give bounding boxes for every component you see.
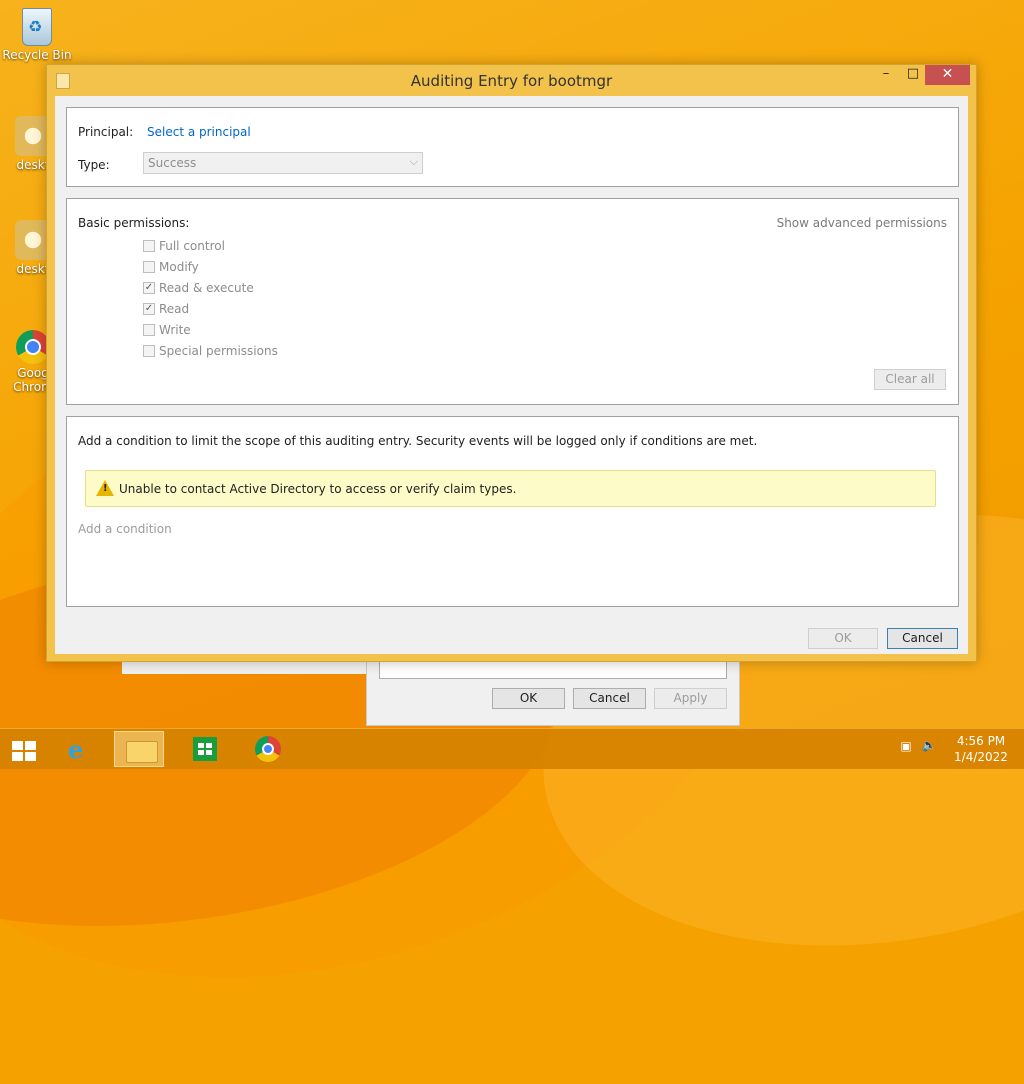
checkbox[interactable] — [143, 345, 155, 357]
network-icon[interactable]: ▣ — [898, 739, 914, 755]
permission-label: Modify — [159, 260, 199, 274]
permission-label: Write — [159, 323, 191, 337]
clock-time: 4:56 PM — [956, 734, 1006, 748]
background-apply-button[interactable]: Apply — [654, 688, 727, 709]
permission-label: Read — [159, 302, 190, 316]
speaker-muted-icon[interactable]: 🔈 — [920, 738, 938, 756]
clock-date: 1/4/2022 — [954, 750, 1008, 764]
condition-description: Add a condition to limit the scope of th… — [78, 434, 758, 448]
permissions-panel: Basic permissions: Show advanced permiss… — [66, 198, 959, 405]
checkbox-checked[interactable]: ✓ — [143, 282, 155, 294]
checkbox[interactable] — [143, 240, 155, 252]
warning-icon: ! — [96, 480, 114, 496]
taskbar: e ▣ 🔈 4:56 PM 1/4/2022 — [0, 728, 1024, 769]
window-client-area: Principal: Select a principal Type: Succ… — [55, 96, 968, 654]
principal-label: Principal: — [78, 125, 134, 139]
principal-panel: Principal: Select a principal Type: Succ… — [66, 107, 959, 187]
warning-text: Unable to contact Active Directory to ac… — [119, 482, 517, 496]
close-button[interactable]: ✕ — [925, 65, 970, 85]
type-dropdown-value: Success — [148, 156, 197, 170]
show-advanced-permissions-link[interactable]: Show advanced permissions — [777, 216, 947, 230]
select-principal-link[interactable]: Select a principal — [147, 125, 251, 139]
checkbox-checked[interactable]: ✓ — [143, 303, 155, 315]
permission-label: Read & execute — [159, 281, 254, 295]
desktop-icon-label: Recycle Bin — [2, 48, 72, 62]
window-title: Auditing Entry for bootmgr — [410, 72, 613, 90]
taskbar-chrome[interactable] — [242, 731, 292, 767]
chrome-icon — [255, 736, 281, 762]
permission-label: Full control — [159, 239, 225, 253]
recycle-bin-icon — [22, 8, 52, 46]
chrome-icon — [16, 330, 50, 364]
checkbox[interactable] — [143, 324, 155, 336]
taskbar-internet-explorer[interactable]: e — [56, 731, 106, 767]
warning-banner: ! Unable to contact Active Directory to … — [85, 470, 936, 507]
permission-label: Special permissions — [159, 344, 278, 358]
store-icon — [193, 737, 217, 761]
add-condition-link[interactable]: Add a condition — [78, 522, 172, 536]
ok-button[interactable]: OK — [808, 628, 878, 649]
checkbox[interactable] — [143, 261, 155, 273]
system-clock[interactable]: 4:56 PM 1/4/2022 — [950, 733, 1012, 765]
clear-all-button[interactable]: Clear all — [874, 369, 946, 390]
type-label: Type: — [78, 158, 110, 172]
condition-panel: Add a condition to limit the scope of th… — [66, 416, 959, 607]
start-button[interactable] — [0, 731, 50, 767]
background-list-box — [379, 659, 727, 679]
basic-permissions-heading: Basic permissions: — [78, 216, 190, 230]
chevron-down-icon: ⌵ — [409, 155, 418, 168]
title-bar[interactable]: Auditing Entry for bootmgr – □ ✕ — [47, 65, 976, 97]
background-ok-button[interactable]: OK — [492, 688, 565, 709]
minimize-button[interactable]: – — [873, 65, 899, 85]
taskbar-file-explorer[interactable] — [114, 731, 164, 767]
maximize-button[interactable]: □ — [900, 65, 926, 85]
internet-explorer-icon: e — [68, 735, 84, 764]
auditing-entry-window: Auditing Entry for bootmgr – □ ✕ Princip… — [46, 64, 977, 662]
file-explorer-icon — [126, 741, 158, 763]
background-window-edge — [122, 660, 372, 674]
windows-logo-icon — [12, 741, 36, 761]
cancel-button[interactable]: Cancel — [887, 628, 958, 649]
taskbar-store[interactable] — [180, 731, 230, 767]
type-dropdown[interactable]: Success ⌵ — [143, 152, 423, 174]
background-cancel-button[interactable]: Cancel — [573, 688, 646, 709]
desktop-icon-recycle-bin[interactable]: Recycle Bin — [2, 8, 72, 62]
